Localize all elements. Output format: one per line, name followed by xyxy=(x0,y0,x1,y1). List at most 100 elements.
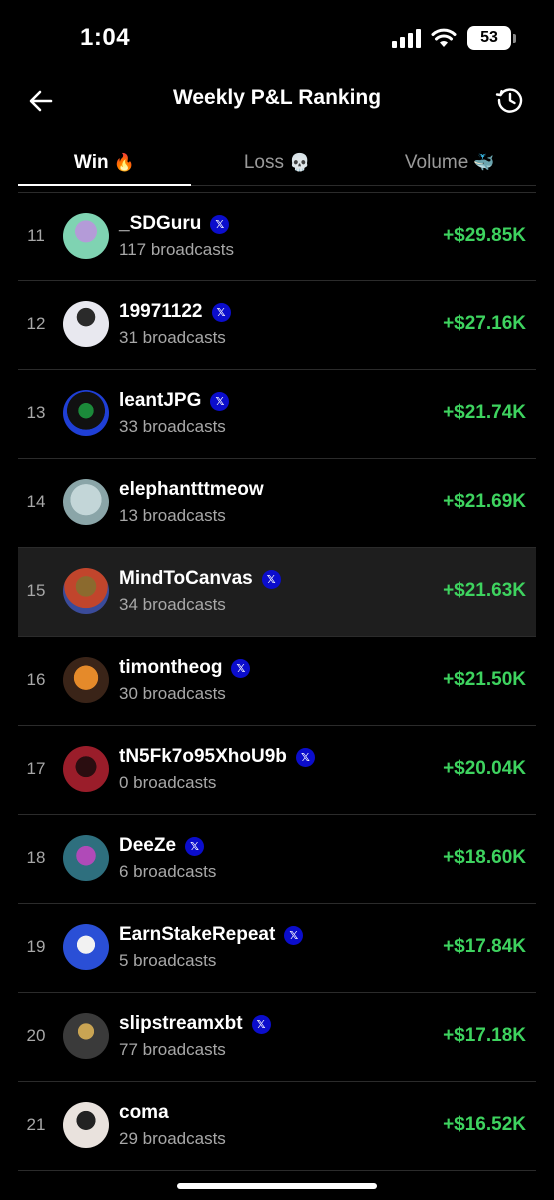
tab-label: Loss xyxy=(243,151,284,173)
status-indicators: 53 xyxy=(392,26,516,50)
x-logo-icon[interactable]: 𝕏 xyxy=(210,391,230,411)
rank-number: 13 xyxy=(26,403,46,422)
name-line: MindToCanvas 𝕏 xyxy=(119,568,281,590)
avatar[interactable] xyxy=(63,1013,109,1059)
rank-number: 14 xyxy=(26,492,46,511)
rank-number: 17 xyxy=(26,759,46,778)
fire-icon: 🔥 xyxy=(113,152,135,172)
username: coma xyxy=(119,1102,169,1123)
rank-number: 18 xyxy=(26,848,46,867)
name-line: slipstreamxbt 𝕏 xyxy=(119,1013,271,1035)
name-line: elephantttmeow xyxy=(119,479,264,501)
ranking-row[interactable]: 15 MindToCanvas 𝕏 34 broadcasts +$21.63K xyxy=(18,548,536,637)
pnl-value: +$29.85K xyxy=(443,225,526,246)
x-logo-icon[interactable]: 𝕏 xyxy=(295,747,315,767)
ranking-row[interactable]: 14 elephantttmeow 13 broadcasts +$21.69K xyxy=(18,459,536,548)
username: MindToCanvas xyxy=(119,568,253,589)
header: Weekly P&L Ranking xyxy=(0,78,554,122)
x-logo-icon[interactable]: 𝕏 xyxy=(231,658,251,678)
rank-number: 20 xyxy=(26,1026,46,1045)
username: _SDGuru xyxy=(119,213,202,234)
tab-volume[interactable]: Volume 🐳 xyxy=(363,140,536,185)
skull-icon: 💀 xyxy=(288,152,311,172)
ranking-list: 11 _SDGuru 𝕏 117 broadcasts +$29.85K 12 199711… xyxy=(18,192,536,1171)
status-bar: 1:04 53 xyxy=(0,0,554,78)
ranking-row[interactable]: 21 coma 29 broadcasts +$16.52K xyxy=(18,1082,536,1171)
rank-number: 12 xyxy=(26,314,46,333)
status-time: 1:04 xyxy=(80,24,131,51)
broadcast-count: 31 broadcasts xyxy=(119,328,226,347)
broadcast-count: 33 broadcasts xyxy=(119,417,226,436)
history-button[interactable] xyxy=(492,82,528,118)
avatar[interactable] xyxy=(63,479,109,525)
battery-icon: 53 xyxy=(467,26,516,50)
pnl-value: +$21.74K xyxy=(443,402,526,423)
ranking-row[interactable]: 16 timontheog 𝕏 30 broadcasts +$21.50K xyxy=(18,637,536,726)
cellular-signal-icon xyxy=(392,28,421,48)
rank-number: 15 xyxy=(26,581,46,600)
x-logo-icon[interactable]: 𝕏 xyxy=(284,925,304,945)
ranking-row[interactable]: 11 _SDGuru 𝕏 117 broadcasts +$29.85K xyxy=(18,192,536,281)
avatar[interactable] xyxy=(63,1102,109,1148)
name-line: DeeZe 𝕏 xyxy=(119,835,205,857)
broadcast-count: 77 broadcasts xyxy=(119,1040,226,1059)
x-logo-icon[interactable]: 𝕏 xyxy=(251,1014,271,1034)
name-line: tN5Fk7o95XhoU9b 𝕏 xyxy=(119,746,315,768)
username: 19971122 xyxy=(119,301,203,322)
tab-label: Volume xyxy=(404,151,469,173)
x-logo-icon[interactable]: 𝕏 xyxy=(185,836,205,856)
name-line: coma xyxy=(119,1102,169,1124)
broadcast-count: 29 broadcasts xyxy=(119,1129,226,1148)
name-line: leantJPG 𝕏 xyxy=(119,390,230,412)
avatar[interactable] xyxy=(63,301,109,347)
pnl-value: +$18.60K xyxy=(443,847,526,868)
x-logo-icon[interactable]: 𝕏 xyxy=(211,302,231,322)
avatar[interactable] xyxy=(63,746,109,792)
name-line: 19971122 𝕏 xyxy=(119,301,231,323)
broadcast-count: 34 broadcasts xyxy=(119,595,226,614)
avatar[interactable] xyxy=(63,213,109,259)
page-title: Weekly P&L Ranking xyxy=(172,86,382,109)
avatar[interactable] xyxy=(63,390,109,436)
rank-number: 19 xyxy=(26,937,46,956)
ranking-row[interactable]: 12 19971122 𝕏 31 broadcasts +$27.16K xyxy=(18,281,536,370)
x-logo-icon[interactable]: 𝕏 xyxy=(261,569,281,589)
tab-label: Win xyxy=(73,151,109,173)
username: elephantttmeow xyxy=(119,479,264,500)
broadcast-count: 117 broadcasts xyxy=(119,240,234,259)
pnl-value: +$21.69K xyxy=(443,491,526,512)
wifi-icon xyxy=(431,28,457,47)
ranking-row[interactable]: 20 slipstreamxbt 𝕏 77 broadcasts +$17.18K xyxy=(18,993,536,1082)
avatar[interactable] xyxy=(63,568,109,614)
avatar[interactable] xyxy=(63,835,109,881)
pnl-value: +$21.63K xyxy=(443,580,526,601)
broadcast-count: 30 broadcasts xyxy=(119,684,226,703)
username: timontheog xyxy=(119,657,223,678)
username: leantJPG xyxy=(119,390,202,411)
tab-win[interactable]: Win 🔥 xyxy=(18,140,191,186)
pnl-value: +$17.18K xyxy=(443,1025,526,1046)
pnl-value: +$16.52K xyxy=(443,1114,526,1135)
tab-loss[interactable]: Loss 💀 xyxy=(191,140,364,185)
pnl-value: +$17.84K xyxy=(443,936,526,957)
home-indicator[interactable] xyxy=(177,1183,377,1189)
whale-icon: 🐳 xyxy=(473,152,495,172)
pnl-value: +$20.04K xyxy=(443,758,526,779)
broadcast-count: 13 broadcasts xyxy=(119,506,226,525)
username: tN5Fk7o95XhoU9b xyxy=(119,746,287,767)
broadcast-count: 6 broadcasts xyxy=(119,862,217,881)
ranking-row[interactable]: 17 tN5Fk7o95XhoU9b 𝕏 0 broadcasts +$20.04K xyxy=(18,726,536,815)
avatar[interactable] xyxy=(63,657,109,703)
name-line: _SDGuru 𝕏 xyxy=(119,213,230,235)
battery-level: 53 xyxy=(467,26,511,50)
rank-number: 21 xyxy=(26,1115,46,1134)
rank-number: 11 xyxy=(27,226,45,245)
username: slipstreamxbt xyxy=(119,1013,243,1034)
ranking-row[interactable]: 13 leantJPG 𝕏 33 broadcasts +$21.74K xyxy=(18,370,536,459)
avatar[interactable] xyxy=(63,924,109,970)
pnl-value: +$27.16K xyxy=(443,313,526,334)
name-line: EarnStakeRepeat 𝕏 xyxy=(119,924,304,946)
x-logo-icon[interactable]: 𝕏 xyxy=(210,214,230,234)
ranking-row[interactable]: 18 DeeZe 𝕏 6 broadcasts +$18.60K xyxy=(18,815,536,904)
ranking-row[interactable]: 19 EarnStakeRepeat 𝕏 5 broadcasts +$17.84K xyxy=(18,904,536,993)
